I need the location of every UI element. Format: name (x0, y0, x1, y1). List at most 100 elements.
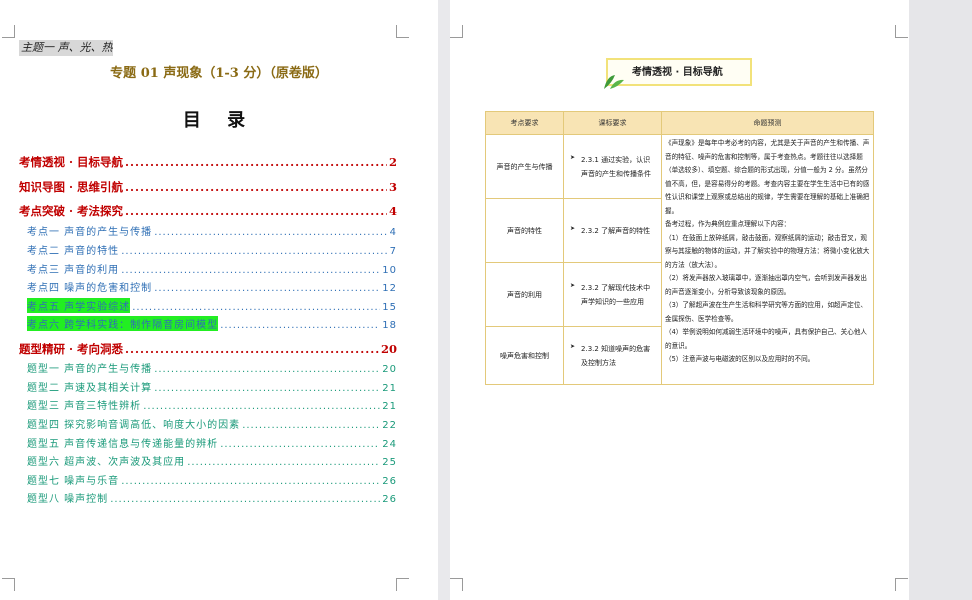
toc-page-number: 12 (382, 283, 397, 294)
toc-entry[interactable]: 考点四 噪声的危害和控制 12 (27, 279, 397, 294)
toc-leader-dots (154, 227, 387, 238)
prediction-paragraph: 备考过程，作为典例应重点理解以下内容： (665, 220, 791, 228)
toc-entry[interactable]: 考点二 声音的特性 7 (27, 242, 397, 257)
toc-entry-title: 考点四 噪声的危害和控制 (27, 283, 153, 294)
toc-entry-title: 考点突破 · 考法探究 (19, 204, 124, 218)
arrow-bullet-icon: ➤ (570, 153, 576, 161)
toc-entry[interactable]: 考情透视 · 目标导航 2 (19, 154, 397, 170)
leaf-icon (604, 75, 624, 89)
toc-entry-title: 考情透视 · 目标导航 (19, 155, 124, 169)
document-title: 专题 01 声现象（1-3 分）（原卷版） (110, 66, 328, 81)
toc-entry-title: 题型精研 · 考向洞悉 (19, 342, 124, 356)
toc-leader-dots (154, 383, 380, 394)
toc-leader-dots (121, 265, 380, 276)
arrow-bullet-icon: ➤ (570, 281, 576, 289)
toc-entry[interactable]: 考点五 声学实验综述 15 (27, 298, 397, 313)
toc-entry[interactable]: 题型精研 · 考向洞悉 20 (19, 341, 397, 357)
toc-page-number: 25 (382, 457, 397, 468)
toc-entry-title: 考点五 声学实验综述 (27, 298, 131, 313)
standard-text: 2.3.2 了解声音的特性 (581, 226, 651, 235)
toc-page-number: 18 (382, 320, 397, 331)
standard-cell: ➤ 2.3.1 通过实验，认识声音的产生和传播条件 (563, 134, 662, 199)
topic-cell: 声音的特性 (485, 198, 564, 263)
toc-entry-title: 题型一 声音的产生与传播 (27, 364, 153, 375)
standard-text: 2.3.2 了解现代技术中声学知识的一些应用 (581, 283, 651, 306)
standard-cell: ➤ 2.3.2 了解现代技术中声学知识的一些应用 (563, 262, 662, 327)
prediction-paragraph: （1）在鼓面上放碎纸屑，敲击鼓面，观察纸屑的运动；敲击音叉，观察与其接触的物体的… (665, 233, 870, 269)
toc-entry[interactable]: 考点三 声音的利用 10 (27, 261, 397, 276)
toc-page-number: 15 (382, 302, 397, 313)
exam-plan-table: 考点要求 课标要求 命题预测 声音的产生与传播 ➤ 2.3.1 通过实验，认识声音… (485, 111, 874, 385)
toc-leader-dots (220, 439, 380, 450)
toc-entry-title: 考点六 跨学科实践：制作隔音房间模型 (27, 316, 219, 331)
toc-entry[interactable]: 题型四 探究影响音调高低、响度大小的因素 22 (27, 416, 397, 431)
toc-page-number: 26 (382, 494, 397, 505)
standard-text: 2.3.2 知道噪声的危害及控制方法 (581, 344, 651, 367)
toc-entry[interactable]: 考点突破 · 考法探究 4 (19, 203, 397, 219)
prediction-text: 《声现象》是每年中考必考的内容，尤其是关于声音的产生和传播、声音的特征、噪声的危… (665, 137, 870, 367)
toc-page-number: 2 (388, 155, 397, 169)
toc-page-number: 10 (382, 265, 397, 276)
toc-entry-title: 题型三 声音三特性辨析 (27, 401, 142, 412)
toc-leader-dots (125, 180, 387, 194)
toc-entry-title: 题型二 声速及其相关计算 (27, 383, 153, 394)
toc-page-number: 24 (382, 439, 397, 450)
toc-leader-dots (132, 302, 380, 313)
arrow-bullet-icon: ➤ (570, 224, 576, 232)
toc-entry-title: 考点一 声音的产生与传播 (27, 227, 153, 238)
crop-mark (2, 25, 15, 38)
prediction-paragraph: （3）了解超声波在生产生活和科学研究等方面的应用，如超声定位、金属探伤、医学检查… (665, 301, 868, 323)
crop-mark (450, 578, 463, 591)
banner-title: 考情透视 · 目标导航 (632, 67, 723, 78)
toc-entry[interactable]: 考点六 跨学科实践：制作隔音房间模型 18 (27, 316, 397, 331)
standard-text: 2.3.1 通过实验，认识声音的产生和传播条件 (581, 155, 652, 178)
toc-leader-dots (220, 320, 380, 331)
toc-entry-title: 题型八 噪声控制 (27, 494, 109, 505)
toc-page-number: 4 (388, 204, 397, 218)
toc-entry[interactable]: 题型七 噪声与乐音 26 (27, 472, 397, 487)
prediction-cell: 《声现象》是每年中考必考的内容，尤其是关于声音的产生和传播、声音的特征、噪声的危… (661, 134, 874, 385)
toc-leader-dots (125, 342, 379, 356)
toc-page-number: 3 (388, 180, 397, 194)
toc-page-number: 7 (389, 246, 397, 257)
standard-cell: ➤ 2.3.2 知道噪声的危害及控制方法 (563, 326, 662, 385)
prediction-paragraph: （5）注意声波与电磁波的区别以及应用时的不同。 (665, 355, 815, 363)
header-tag: 主题一 声、光、热 (19, 40, 113, 56)
toc-entry[interactable]: 题型六 超声波、次声波及其应用 25 (27, 453, 397, 468)
toc-entry-title: 考点二 声音的特性 (27, 246, 120, 257)
prediction-paragraph: 《声现象》是每年中考必考的内容，尤其是关于声音的产生和传播、声音的特征、噪声的危… (665, 139, 870, 215)
topic-cell: 声音的产生与传播 (485, 134, 564, 199)
toc-entry[interactable]: 题型二 声速及其相关计算 21 (27, 379, 397, 394)
toc-page-number: 22 (382, 420, 397, 431)
column-header: 考点要求 (485, 111, 564, 135)
toc-page-number: 20 (380, 342, 397, 356)
toc-leader-dots (242, 420, 380, 431)
toc-entry[interactable]: 知识导图 · 思维引航 3 (19, 179, 397, 195)
topic-cell: 声音的利用 (485, 262, 564, 327)
toc-entry-title: 知识导图 · 思维引航 (19, 180, 124, 194)
toc-entry-title: 题型四 探究影响音调高低、响度大小的因素 (27, 420, 241, 431)
toc-heading: 目 录 (182, 110, 256, 131)
toc-page-number: 26 (382, 476, 397, 487)
toc-entry[interactable]: 题型三 声音三特性辨析 21 (27, 397, 397, 412)
toc-leader-dots (125, 204, 387, 218)
prediction-paragraph: （2）将发声器放入玻璃罩中，逐渐抽出罩内空气，会听到发声器发出的声音逐渐变小，分… (665, 274, 868, 296)
toc-entry[interactable]: 题型一 声音的产生与传播 20 (27, 360, 397, 375)
toc-entry[interactable]: 题型五 声音传递信息与传递能量的辨析 24 (27, 435, 397, 450)
toc-page-number: 21 (382, 383, 397, 394)
toc-entry-title: 题型六 超声波、次声波及其应用 (27, 457, 186, 468)
toc-leader-dots (121, 476, 380, 487)
toc-leader-dots (143, 401, 380, 412)
toc-entry[interactable]: 题型八 噪声控制 26 (27, 490, 397, 505)
crop-mark (396, 578, 409, 591)
crop-mark (450, 25, 463, 38)
toc-page-number: 4 (389, 227, 397, 238)
column-header: 课标要求 (563, 111, 662, 135)
standard-cell: ➤ 2.3.2 了解声音的特性 (563, 198, 662, 263)
toc-entry[interactable]: 考点一 声音的产生与传播 4 (27, 223, 397, 238)
prediction-paragraph: （4）举例说明如何减弱生活环境中的噪声，具有保护自己、关心他人的意识。 (665, 328, 868, 350)
toc-leader-dots (187, 457, 380, 468)
toc-leader-dots (125, 155, 387, 169)
toc-entry-title: 题型五 声音传递信息与传递能量的辨析 (27, 439, 219, 450)
toc-page-number: 20 (382, 364, 397, 375)
